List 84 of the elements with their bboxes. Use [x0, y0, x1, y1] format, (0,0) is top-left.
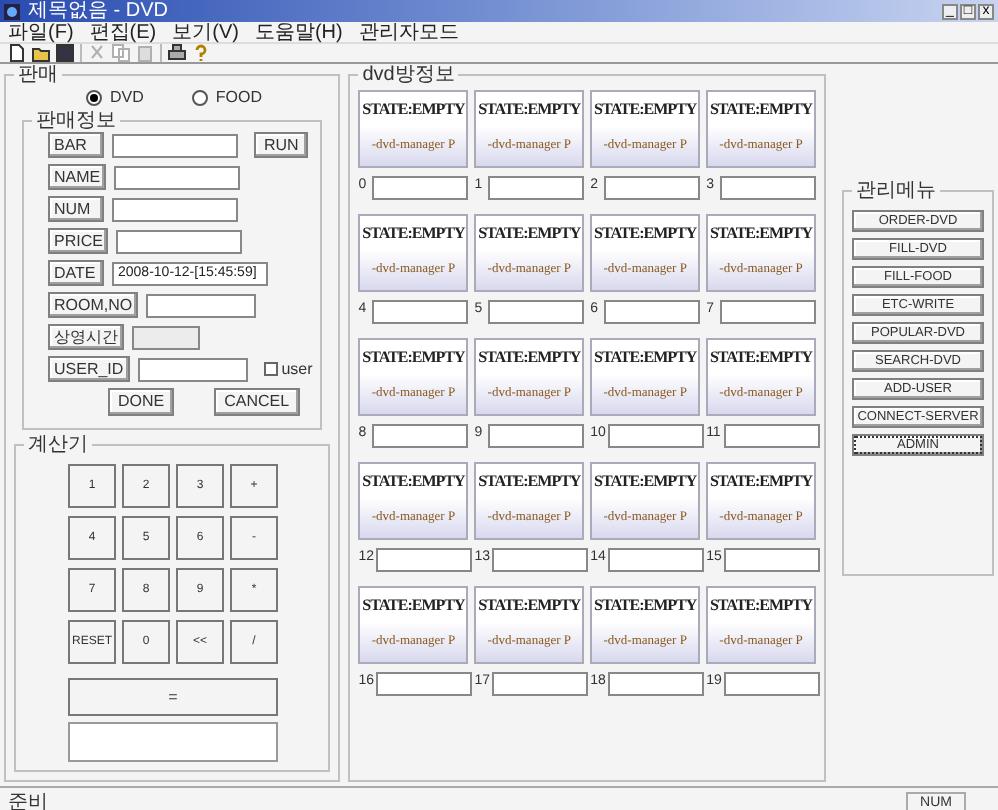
room-field[interactable]	[376, 547, 473, 571]
menu-item[interactable]: 파일(F)	[8, 21, 74, 43]
group-title: 관리메뉴	[854, 180, 938, 202]
app-icon	[4, 3, 20, 19]
print-icon[interactable]	[168, 44, 186, 62]
group-title: 판매	[16, 64, 60, 86]
room-state: STATE:EMPTY	[360, 470, 467, 494]
field-label: 상영시간	[48, 324, 124, 350]
group-title: dvd방정보	[360, 64, 457, 86]
menu-item[interactable]: 도움말(H)	[254, 21, 343, 43]
room-field[interactable]	[372, 299, 469, 323]
room-state: STATE:EMPTY	[708, 222, 814, 246]
room-state: STATE:EMPTY	[360, 346, 467, 370]
room-state: STATE:EMPTY	[592, 98, 699, 122]
field-label: NUM	[48, 196, 104, 222]
room-state: STATE:EMPTY	[708, 470, 814, 494]
room-state: STATE:EMPTY	[476, 98, 583, 122]
room-field[interactable]	[724, 547, 821, 571]
room-field[interactable]	[608, 423, 705, 447]
checkbox-label: user	[281, 357, 313, 381]
room-state: STATE:EMPTY	[476, 594, 583, 618]
room-state: STATE:EMPTY	[592, 222, 699, 246]
room-field[interactable]	[372, 175, 469, 199]
room-state: STATE:EMPTY	[708, 98, 814, 122]
room-state: STATE:EMPTY	[592, 594, 699, 618]
checkbox[interactable]	[263, 362, 278, 376]
room-state: STATE:EMPTY	[360, 594, 467, 618]
room-field[interactable]	[488, 175, 585, 199]
field-label: USER_ID	[48, 356, 130, 382]
radio-button[interactable]	[191, 90, 208, 106]
room-field[interactable]	[608, 547, 705, 571]
field-label: BAR	[48, 132, 104, 158]
room-field[interactable]	[492, 671, 589, 695]
room-field[interactable]	[720, 299, 816, 323]
room-field[interactable]	[608, 671, 705, 695]
result-field[interactable]	[68, 722, 278, 762]
room-state: STATE:EMPTY	[360, 222, 467, 246]
field-label: PRICE	[48, 228, 109, 254]
group-title: 계산기	[26, 434, 90, 456]
menu-item[interactable]: 편집(E)	[89, 21, 157, 43]
help-icon[interactable]	[192, 44, 210, 62]
room-field[interactable]	[724, 423, 821, 447]
room-field[interactable]	[488, 299, 585, 323]
equals-button[interactable]: =	[68, 678, 278, 716]
text-field[interactable]	[112, 133, 238, 157]
room-field[interactable]	[492, 547, 589, 571]
room-field[interactable]	[488, 423, 585, 447]
action-button[interactable]: DONE	[108, 388, 175, 416]
new-file-icon[interactable]	[8, 44, 26, 62]
room-state: STATE:EMPTY	[592, 470, 699, 494]
room-field[interactable]	[720, 175, 816, 199]
menu-item[interactable]: 관리자모드	[358, 21, 459, 43]
radio-label: DVD	[110, 86, 144, 110]
run-button[interactable]: RUN	[254, 132, 309, 158]
radio-label: FOOD	[215, 86, 262, 110]
text-field[interactable]	[112, 197, 238, 221]
room-state: STATE:EMPTY	[476, 346, 583, 370]
group-title: 판매정보	[34, 110, 118, 132]
room-field[interactable]	[604, 175, 701, 199]
copy-icon[interactable]	[112, 44, 130, 62]
text-field[interactable]	[146, 293, 257, 317]
field-label: NAME	[48, 164, 107, 190]
room-state: STATE:EMPTY	[476, 470, 583, 494]
room-state: STATE:EMPTY	[360, 98, 467, 122]
room-field[interactable]	[372, 423, 469, 447]
text-field[interactable]	[137, 357, 248, 381]
room-state: STATE:EMPTY	[592, 346, 699, 370]
radio-button[interactable]	[86, 90, 102, 106]
action-button[interactable]: CANCEL	[214, 388, 300, 416]
room-field[interactable]	[376, 671, 473, 695]
menu-item[interactable]: 보기(V)	[172, 21, 239, 43]
paste-icon[interactable]	[136, 44, 154, 62]
text-field[interactable]	[116, 229, 243, 253]
text-field[interactable]	[114, 165, 241, 189]
room-state: STATE:EMPTY	[476, 222, 583, 246]
room-field[interactable]	[604, 299, 701, 323]
room-field[interactable]	[724, 671, 821, 695]
window-title: 제목없음 - DVD	[28, 0, 168, 22]
folder-icon[interactable]	[32, 44, 50, 62]
room-state: STATE:EMPTY	[708, 594, 814, 618]
room-state: STATE:EMPTY	[708, 346, 814, 370]
field-label: ROOM,NO	[48, 292, 139, 318]
field-label: DATE	[48, 260, 104, 286]
cut-icon[interactable]	[88, 44, 106, 62]
